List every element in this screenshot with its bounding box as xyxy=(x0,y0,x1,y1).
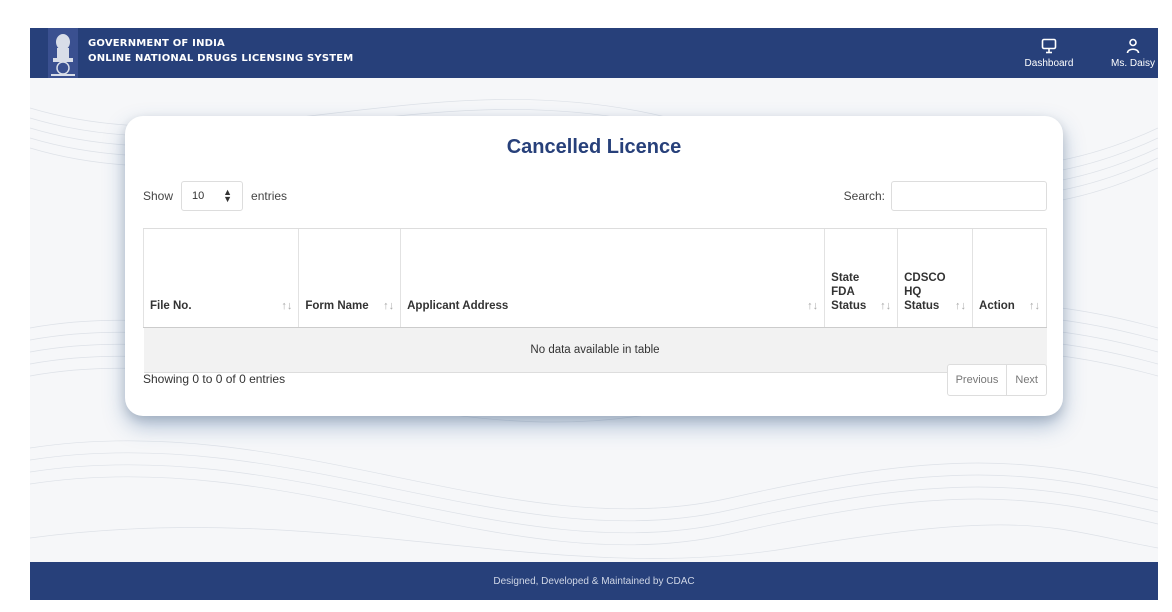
column-header-cdsco-hq-status[interactable]: CDSCO HQ Status ↑↓ xyxy=(897,228,973,328)
monitor-icon xyxy=(1041,38,1057,53)
app-frame: GOVERNMENT OF INDIA ONLINE NATIONAL DRUG… xyxy=(30,28,1158,600)
show-label: Show xyxy=(143,189,174,203)
page-length-select[interactable]: 10 ▲ ▼ xyxy=(181,181,244,211)
column-label: Applicant Address xyxy=(407,300,509,312)
table-search: Search: xyxy=(844,180,1047,212)
select-updown-icon: ▲ ▼ xyxy=(223,187,233,204)
nav-user-label: Ms. Daisy xyxy=(1111,57,1155,69)
column-label: Form Name xyxy=(305,300,369,312)
sort-icon: ↑↓ xyxy=(955,300,967,312)
table-info: Showing 0 to 0 of 0 entries xyxy=(143,372,286,386)
site-title-line1: GOVERNMENT OF INDIA xyxy=(88,38,225,49)
site-title: GOVERNMENT OF INDIA ONLINE NATIONAL DRUG… xyxy=(88,36,353,66)
page-length-control: Show 10 ▲ ▼ entries xyxy=(143,180,287,212)
table-header-row: File No. ↑↓ Form Name ↑↓ Applicant Address… xyxy=(142,228,1047,328)
column-label: File No. xyxy=(150,300,192,312)
sort-icon: ↑↓ xyxy=(880,300,892,312)
column-label: State FDA Status xyxy=(831,272,867,312)
nav-dashboard[interactable]: Dashboard xyxy=(1018,28,1080,78)
search-input[interactable] xyxy=(891,181,1047,211)
column-header-state-fda-status[interactable]: State FDA Status ↑↓ xyxy=(824,228,898,328)
top-navbar: GOVERNMENT OF INDIA ONLINE NATIONAL DRUG… xyxy=(30,28,1158,78)
entries-label: entries xyxy=(251,189,288,203)
page-length-value: 10 xyxy=(192,190,205,202)
nav-user-profile[interactable]: Ms. Daisy xyxy=(1108,28,1158,78)
column-label: Action xyxy=(979,300,1015,312)
user-icon xyxy=(1126,38,1140,53)
page-title: Cancelled Licence xyxy=(506,136,682,158)
column-header-applicant-address[interactable]: Applicant Address ↑↓ xyxy=(400,228,825,328)
sort-icon: ↑↓ xyxy=(1029,300,1040,312)
cancelled-licence-card: Cancelled Licence Show 10 ▲ ▼ entries Sea… xyxy=(125,116,1063,416)
next-page-button[interactable]: Next xyxy=(1006,365,1046,395)
footer-credit: Designed, Developed & Maintained by CDAC xyxy=(493,575,695,587)
column-header-action[interactable]: Action ↑↓ xyxy=(972,228,1047,328)
previous-page-button[interactable]: Previous xyxy=(948,365,1007,395)
national-emblem-icon xyxy=(48,28,78,78)
empty-table-message: No data available in table xyxy=(143,327,1047,373)
table-row: No data available in table xyxy=(143,327,1047,373)
footer: Designed, Developed & Maintained by CDAC xyxy=(30,562,1158,600)
licence-table: File No. ↑↓ Form Name ↑↓ Applicant Address… xyxy=(142,228,1047,373)
sort-icon: ↑↓ xyxy=(807,300,819,312)
pagination: Previous Next xyxy=(946,364,1047,396)
sort-icon: ↑↓ xyxy=(281,300,293,312)
nav-dashboard-label: Dashboard xyxy=(1024,57,1074,69)
site-title-line2: ONLINE NATIONAL DRUGS LICENSING SYSTEM xyxy=(88,53,354,64)
search-label: Search: xyxy=(843,189,885,203)
column-header-file-no[interactable]: File No. ↑↓ xyxy=(142,228,299,328)
column-label: CDSCO HQ Status xyxy=(904,272,946,312)
sort-icon: ↑↓ xyxy=(383,300,395,312)
column-header-form-name[interactable]: Form Name ↑↓ xyxy=(298,228,401,328)
